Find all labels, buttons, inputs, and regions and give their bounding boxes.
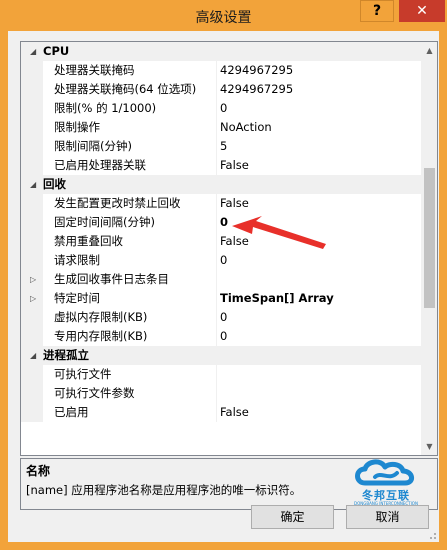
property-value[interactable]: False: [216, 403, 421, 422]
property-grid: ◢ CPU 处理器关联掩码 4294967295 处理器关联掩码(64 位选项) 4294…: [20, 41, 438, 456]
close-button[interactable]: ✕: [399, 0, 445, 22]
category-row[interactable]: ◢ CPU: [21, 42, 421, 61]
description-panel: 名称 [name] 应用程序池名称是应用程序池的唯一标识符。 冬邦互联 DONG…: [20, 458, 438, 510]
scroll-thumb[interactable]: [424, 168, 435, 308]
category-label: 进程孤立: [43, 348, 89, 362]
property-row[interactable]: 限制操作 NoAction: [21, 118, 421, 137]
scroll-down-arrow-icon[interactable]: ▼: [421, 438, 437, 455]
property-row[interactable]: ▷ 生成回收事件日志条目: [21, 270, 421, 289]
category-row[interactable]: ◢ 进程孤立: [21, 346, 421, 365]
row-gutter: [21, 308, 43, 327]
property-name: 可执行文件参数: [54, 386, 135, 400]
property-value[interactable]: 4294967295: [216, 61, 421, 80]
property-row[interactable]: 限制间隔(分钟) 5: [21, 137, 421, 156]
property-name: 处理器关联掩码: [54, 63, 135, 77]
expand-triangle-icon[interactable]: ▷: [30, 270, 42, 289]
property-value[interactable]: 4294967295: [216, 80, 421, 99]
property-row[interactable]: 已启用 False: [21, 403, 421, 422]
property-row[interactable]: 处理器关联掩码 4294967295: [21, 61, 421, 80]
row-gutter: [21, 156, 43, 175]
property-name: 发生配置更改时禁止回收: [54, 196, 181, 210]
ok-button[interactable]: 确定: [251, 505, 334, 529]
property-value[interactable]: 5: [216, 137, 421, 156]
description-text: [name] 应用程序池名称是应用程序池的唯一标识符。: [26, 483, 302, 497]
collapse-triangle-icon[interactable]: ◢: [30, 346, 42, 365]
property-name: 限制(% 的 1/1000): [54, 101, 157, 115]
property-value[interactable]: TimeSpan[] Array: [216, 289, 421, 308]
row-gutter: [21, 61, 43, 80]
vertical-scrollbar[interactable]: ▲ ▼: [421, 42, 437, 455]
dialog-client-area: ◢ CPU 处理器关联掩码 4294967295 处理器关联掩码(64 位选项) 4294…: [8, 31, 439, 542]
property-value[interactable]: 0: [216, 327, 421, 346]
property-row[interactable]: 禁用重叠回收 False: [21, 232, 421, 251]
property-name: 可执行文件: [54, 367, 112, 381]
property-row[interactable]: 虚拟内存限制(KB) 0: [21, 308, 421, 327]
property-value[interactable]: [216, 384, 421, 403]
row-gutter: [21, 403, 43, 422]
property-row[interactable]: 固定时间间隔(分钟) 0: [21, 213, 421, 232]
property-value[interactable]: [216, 270, 421, 289]
category-row[interactable]: ◢ 回收: [21, 175, 421, 194]
property-value[interactable]: 0: [216, 251, 421, 270]
cloud-logo-icon: [355, 459, 414, 486]
property-name: 生成回收事件日志条目: [54, 272, 169, 286]
property-name: 虚拟内存限制(KB): [54, 310, 148, 324]
property-value[interactable]: NoAction: [216, 118, 421, 137]
property-row[interactable]: 发生配置更改时禁止回收 False: [21, 194, 421, 213]
property-name: 处理器关联掩码(64 位选项): [54, 82, 197, 96]
property-value[interactable]: 0: [216, 99, 421, 118]
property-row[interactable]: 可执行文件: [21, 365, 421, 384]
row-gutter: [21, 251, 43, 270]
dialog-window: 高级设置 ? ✕ ◢ CPU 处理器关联掩码 4294967295 处理器关联掩码(64…: [0, 0, 447, 550]
property-row[interactable]: 专用内存限制(KB) 0: [21, 327, 421, 346]
property-name: 特定时间: [54, 291, 100, 305]
property-value[interactable]: 0: [216, 213, 421, 232]
resize-grip-icon[interactable]: [427, 530, 437, 540]
row-gutter: [21, 213, 43, 232]
property-name: 已启用: [54, 405, 89, 419]
property-row[interactable]: 处理器关联掩码(64 位选项) 4294967295: [21, 80, 421, 99]
property-name: 已启用处理器关联: [54, 158, 146, 172]
collapse-triangle-icon[interactable]: ◢: [30, 42, 42, 61]
row-gutter: [21, 384, 43, 403]
row-gutter: [21, 365, 43, 384]
property-name: 请求限制: [54, 253, 100, 267]
row-gutter: [21, 194, 43, 213]
watermark-logo: 冬邦互联 DONGBANG INTERCONNECTION: [351, 459, 421, 509]
row-gutter: [21, 327, 43, 346]
property-row[interactable]: ▷ 特定时间 TimeSpan[] Array: [21, 289, 421, 308]
cancel-button[interactable]: 取消: [346, 505, 429, 529]
description-title: 名称: [26, 464, 51, 478]
property-name: 限制间隔(分钟): [54, 139, 132, 153]
property-name: 固定时间间隔(分钟): [54, 215, 155, 229]
property-row[interactable]: 请求限制 0: [21, 251, 421, 270]
title-bar[interactable]: 高级设置 ? ✕: [0, 0, 447, 32]
property-value[interactable]: False: [216, 194, 421, 213]
row-gutter: [21, 137, 43, 156]
row-gutter: [21, 80, 43, 99]
collapse-triangle-icon[interactable]: ◢: [30, 175, 42, 194]
property-row[interactable]: 已启用处理器关联 False: [21, 156, 421, 175]
expand-triangle-icon[interactable]: ▷: [30, 289, 42, 308]
category-label: CPU: [43, 44, 70, 58]
row-gutter: [21, 118, 43, 137]
property-value[interactable]: [216, 365, 421, 384]
property-value[interactable]: False: [216, 232, 421, 251]
property-name: 专用内存限制(KB): [54, 329, 148, 343]
help-button[interactable]: ?: [360, 0, 394, 22]
property-name: 限制操作: [54, 120, 100, 134]
property-row[interactable]: 限制(% 的 1/1000) 0: [21, 99, 421, 118]
scroll-up-arrow-icon[interactable]: ▲: [421, 42, 437, 59]
row-gutter: [21, 99, 43, 118]
property-row[interactable]: 可执行文件参数: [21, 384, 421, 403]
property-name: 禁用重叠回收: [54, 234, 123, 248]
property-grid-rows: ◢ CPU 处理器关联掩码 4294967295 处理器关联掩码(64 位选项) 4294…: [21, 42, 421, 422]
category-label: 回收: [43, 177, 66, 191]
row-gutter: [21, 232, 43, 251]
property-value[interactable]: False: [216, 156, 421, 175]
property-value[interactable]: 0: [216, 308, 421, 327]
